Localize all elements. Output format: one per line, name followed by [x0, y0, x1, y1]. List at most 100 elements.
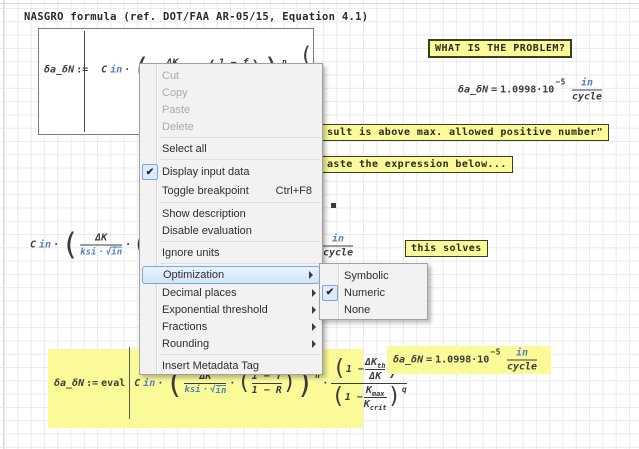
menu-item-label: Paste [162, 104, 190, 116]
open-paren: ( [237, 375, 250, 390]
menu-item-fractions[interactable]: Fractions [140, 318, 322, 335]
multiply-dot: · [157, 378, 163, 389]
menu-item-label: Display input data [162, 166, 249, 178]
coef-C: C [30, 240, 36, 251]
unit-in: in [516, 348, 528, 359]
unit-ksi: ksi [80, 247, 96, 257]
checkmark-icon: ✔ [142, 164, 158, 180]
eval-bracket-line [129, 347, 130, 419]
submenu-item-numeric[interactable]: ✔ Numeric [320, 284, 427, 301]
menu-item-optimization[interactable]: Optimization [142, 266, 320, 284]
multiply-dot: · [53, 240, 59, 251]
menu-item-ignore-units[interactable]: Ignore units [140, 244, 322, 261]
lhs-symbol: δa_δN [44, 65, 74, 76]
submenu-arrow-icon [312, 289, 316, 297]
exponent-q: q [402, 385, 407, 394]
smath-worksheet: NASGRO formula (ref. DOT/FAA AR-05/15, E… [0, 0, 639, 449]
close-paren: ) [296, 373, 314, 394]
menu-item-insert-metadata-tag[interactable]: Insert Metadata Tag [140, 357, 322, 375]
menu-item-toggle-breakpoint[interactable]: Toggle breakpoint Ctrl+F8 [140, 182, 322, 200]
menu-separator [160, 202, 320, 203]
open-paren: ( [331, 389, 344, 404]
unit-in: in [39, 240, 51, 251]
region-drag-handle[interactable] [331, 203, 336, 208]
menu-separator [160, 137, 320, 138]
dk-over-ksi-sqrt-in: ΔK ksi · √ in [80, 233, 122, 258]
delta-k: ΔK [95, 233, 107, 244]
result-mantissa: 1.0998·10 [435, 355, 489, 366]
menu-item-rounding[interactable]: Rounding [140, 335, 322, 352]
unit-in-per-cycle: in cycle [572, 78, 602, 103]
menu-item-select-all[interactable]: Select all [140, 140, 322, 157]
result-mantissa: 1.0998·10 [500, 85, 554, 96]
submenu-arrow-icon [312, 340, 316, 348]
close-paren: ) [388, 389, 401, 404]
menu-item-show-description[interactable]: Show description [140, 205, 322, 222]
delta-k: ΔK [365, 357, 377, 368]
menu-item-label: Decimal places [162, 287, 237, 299]
assign-operator: := [86, 378, 98, 389]
open-paren: ( [300, 48, 313, 63]
menu-item-label: Select all [162, 143, 207, 155]
result-top[interactable]: δa_δN = 1.0998·10 −5 in cycle [458, 78, 603, 103]
menu-item-label: Cut [162, 70, 179, 82]
note-what-is-the-problem[interactable]: WHAT IS THE PROBLEM? [428, 39, 572, 58]
submenu-arrow-icon [309, 271, 313, 279]
menu-item-label: Insert Metadata Tag [162, 360, 259, 372]
menu-item-label: Show description [162, 208, 246, 220]
lhs-symbol: δa_δN [393, 355, 423, 366]
note-this-solves[interactable]: this solves [405, 240, 488, 257]
menu-item-display-input-data[interactable]: ✔ Display input data [140, 162, 322, 182]
submenu-arrow-icon [312, 323, 316, 331]
result-exponent: −5 [555, 78, 566, 87]
optimization-submenu: Symbolic ✔ Numeric None [319, 263, 428, 320]
unit-in: in [110, 65, 122, 76]
subscript-crit: crit [370, 404, 387, 412]
worksheet-title[interactable]: NASGRO formula (ref. DOT/FAA AR-05/15, E… [24, 11, 368, 23]
unit-ksi: ksi [184, 385, 200, 395]
menu-item-paste[interactable]: Paste [140, 101, 322, 118]
result-bottom-region[interactable]: δa_δN = 1.0998·10 −5 in cycle [387, 346, 551, 374]
subscript-th: th [377, 362, 385, 370]
unit-in: in [332, 234, 344, 245]
menu-shortcut: Ctrl+F8 [276, 185, 312, 197]
fraction-bar [184, 383, 226, 384]
menu-item-label: Optimization [163, 269, 224, 281]
unit-cycle: cycle [507, 362, 537, 373]
menu-item-delete[interactable]: Delete [140, 118, 322, 135]
page-top-line [0, 3, 639, 4]
unit-cycle: cycle [323, 248, 353, 259]
one-minus: 1 − [345, 392, 363, 403]
multiply-dot: · [98, 247, 103, 257]
menu-item-label: Rounding [162, 338, 209, 350]
eval-keyword: eval [101, 378, 125, 389]
denominator: 1 − R [252, 385, 282, 396]
unit-in: in [111, 247, 122, 258]
unit-in: in [143, 378, 155, 389]
submenu-item-symbolic[interactable]: Symbolic [320, 267, 427, 284]
menu-item-exponential-threshold[interactable]: Exponential threshold [140, 301, 322, 318]
equals-sign: = [426, 355, 432, 366]
formula-fragment-mid-right[interactable]: in cycle [322, 234, 354, 259]
menu-separator [160, 354, 320, 355]
context-menu: Cut Copy Paste Delete Select all ✔ Displ… [139, 63, 323, 375]
menu-item-label: Exponential threshold [162, 304, 268, 316]
unit-in-per-cycle: in cycle [323, 234, 353, 259]
menu-item-disable-evaluation[interactable]: Disable evaluation [140, 222, 322, 239]
unit-in: in [581, 78, 593, 89]
submenu-item-none[interactable]: None [320, 301, 427, 318]
submenu-arrow-icon [312, 306, 316, 314]
unit-in: in [216, 385, 227, 396]
fraction-bar [80, 245, 122, 246]
lhs-symbol: δa_δN [458, 85, 488, 96]
lhs-symbol: δa_δN [54, 378, 84, 389]
note-overflow-message[interactable]: sult is above max. allowed positive numb… [321, 124, 609, 141]
note-paste-message[interactable]: aste the expression below... [321, 156, 513, 173]
formula-fragment-mid-left[interactable]: C in · ( ΔK ksi · √ in · ( [30, 233, 146, 258]
menu-item-copy[interactable]: Copy [140, 84, 322, 101]
unit-in-per-cycle: in cycle [507, 348, 537, 373]
multiply-dot: · [124, 65, 130, 76]
menu-item-cut[interactable]: Cut [140, 67, 322, 84]
open-paren: ( [165, 373, 183, 394]
menu-item-decimal-places[interactable]: Decimal places [140, 284, 322, 301]
